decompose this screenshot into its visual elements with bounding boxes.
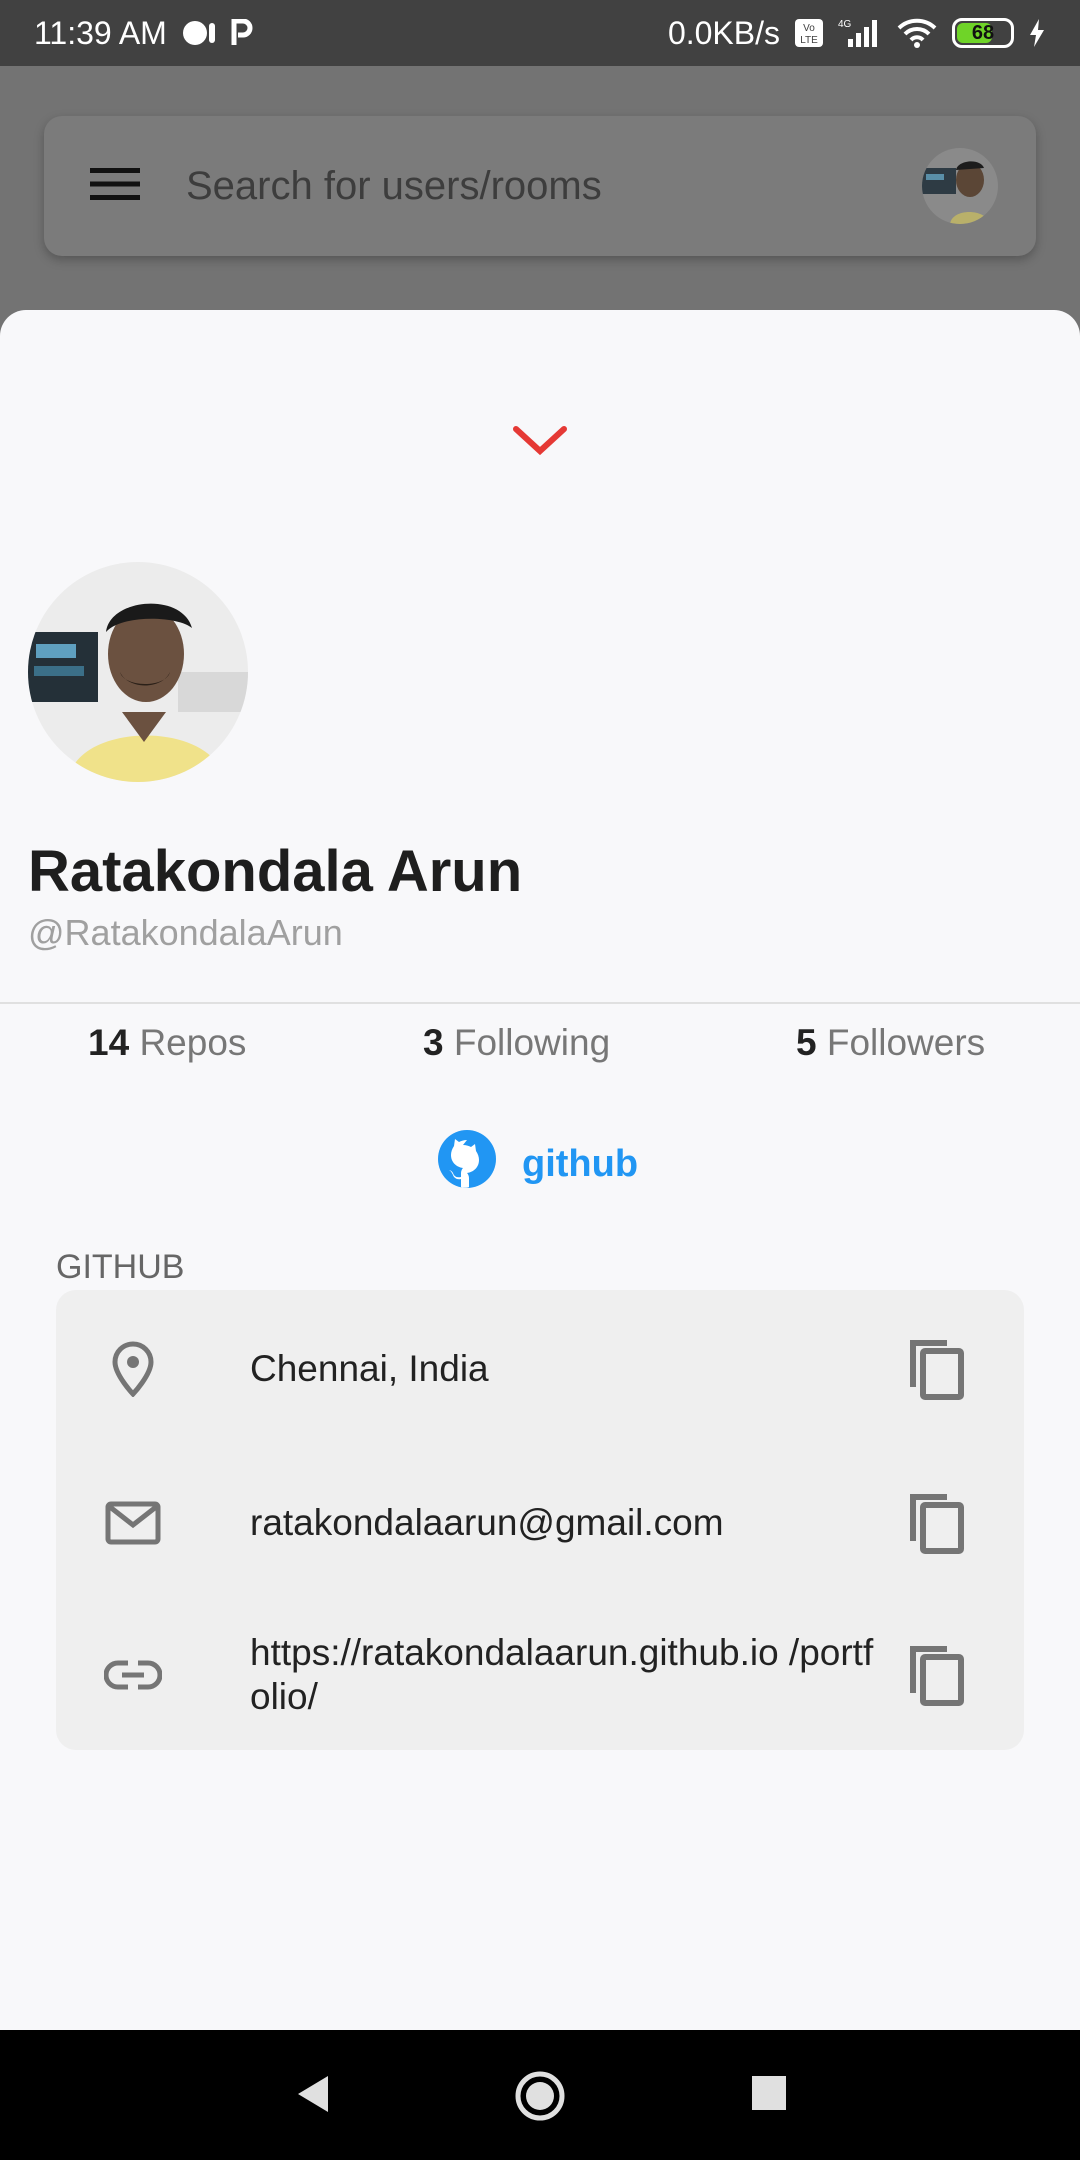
stat-repos-count: 14	[88, 1022, 130, 1063]
copy-icon	[910, 1494, 964, 1554]
navigation-bar	[0, 2030, 1080, 2160]
detail-row-email: ratakondalaarun@gmail.com	[56, 1446, 1024, 1600]
section-title: GITHUB	[56, 1248, 185, 1286]
details-card: Chennai, India ratakondalaarun@gmail.com…	[56, 1290, 1024, 1750]
divider	[0, 1002, 1080, 1004]
recents-button[interactable]	[744, 2068, 794, 2123]
detail-row-location: Chennai, India	[56, 1292, 1024, 1446]
back-icon	[298, 2076, 328, 2112]
stat-repos[interactable]: 14 Repos	[88, 1022, 246, 1064]
signal-icon: 4G	[838, 17, 882, 49]
profile-name: Ratakondala Arun	[28, 839, 523, 904]
profile-avatar	[28, 562, 248, 782]
notification-icon	[181, 19, 217, 47]
copy-icon	[910, 1340, 964, 1400]
stat-following-label: Following	[453, 1022, 611, 1063]
svg-text:4G: 4G	[838, 19, 852, 30]
net-speed: 0.0KB/s	[667, 14, 780, 51]
stat-followers-count: 5	[796, 1022, 817, 1063]
location-pin-icon	[112, 1341, 154, 1397]
search-input[interactable]	[186, 163, 922, 209]
home-button[interactable]	[512, 2068, 568, 2129]
github-link-label: github	[522, 1142, 639, 1185]
wifi-icon	[896, 17, 938, 49]
stat-followers-label: Followers	[826, 1022, 986, 1063]
detail-row-website: https://ratakondalaarun.github.io /portf…	[56, 1598, 1024, 1752]
battery-level: 68	[971, 21, 995, 44]
search-bar[interactable]	[44, 116, 1036, 256]
collapse-sheet-button[interactable]	[500, 410, 580, 470]
charging-icon	[1028, 18, 1046, 48]
stat-repos-label: Repos	[139, 1022, 247, 1063]
detail-email-text: ratakondalaarun@gmail.com	[250, 1502, 724, 1543]
detail-location-text: Chennai, India	[250, 1348, 489, 1389]
detail-website-text: https://ratakondalaarun.github.io /portf…	[250, 1632, 874, 1717]
battery-icon: 68	[952, 18, 1014, 48]
status-bar: 11:39 AM 0.0KB/s Vo LTE 4G 68	[0, 0, 1080, 66]
profile-handle: @RatakondalaArun	[28, 912, 343, 953]
stat-following-count: 3	[423, 1022, 444, 1063]
copy-website-button[interactable]	[876, 1643, 996, 1707]
link-icon	[104, 1660, 162, 1690]
email-icon	[105, 1501, 161, 1545]
status-time: 11:39 AM	[34, 14, 167, 51]
github-icon	[438, 1130, 496, 1198]
back-button[interactable]	[290, 2068, 340, 2123]
volte-icon: Vo LTE	[794, 18, 824, 48]
copy-email-button[interactable]	[876, 1491, 996, 1555]
recents-icon	[752, 2076, 786, 2110]
parking-icon	[231, 19, 253, 47]
hamburger-menu-icon[interactable]	[90, 166, 140, 207]
stat-following[interactable]: 3 Following	[423, 1022, 610, 1064]
account-avatar[interactable]	[922, 148, 998, 224]
chevron-down-icon	[513, 426, 567, 456]
profile-sheet: Ratakondala Arun @RatakondalaArun 14 Rep…	[0, 310, 1080, 2030]
svg-text:LTE: LTE	[800, 35, 818, 46]
copy-icon	[910, 1646, 964, 1706]
svg-text:Vo: Vo	[803, 23, 815, 34]
copy-location-button[interactable]	[876, 1337, 996, 1401]
stat-followers[interactable]: 5 Followers	[796, 1022, 985, 1064]
home-icon	[515, 2071, 565, 2121]
github-link[interactable]: github	[438, 1130, 638, 1198]
